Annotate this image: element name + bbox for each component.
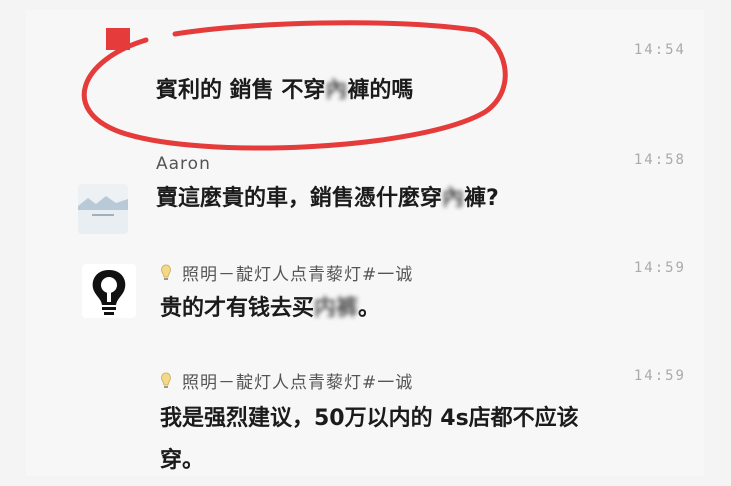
author-name: 照明－靛灯人点青藜灯#一诚	[182, 373, 414, 393]
lightbulb-icon	[160, 372, 172, 395]
chat-card: 14:54 賓利的 銷售 不穿內褲的嗎 Aaron 14:58 賣這麼貴的車，銷…	[26, 10, 704, 476]
lightbulb-icon	[160, 264, 172, 287]
landscape-avatar-icon	[78, 184, 128, 234]
text-part: 贵的才有钱去买	[160, 296, 315, 321]
text-part: 褲?	[464, 186, 499, 211]
message-text-line-1: 我是强烈建议，50万以内的 4s店都不应该	[160, 406, 579, 431]
blurred-text: 內	[325, 78, 348, 103]
message-author[interactable]: 照明－靛灯人点青藜灯#一诚	[160, 260, 413, 287]
text-part: 褲的嗎	[347, 78, 414, 103]
message-author[interactable]: 照明－靛灯人点青藜灯#一诚	[160, 368, 413, 395]
message-text: 賓利的 銷售 不穿內褲的嗎	[156, 72, 413, 110]
message-time: 14:59	[633, 368, 686, 384]
avatar[interactable]	[78, 184, 128, 234]
message-time: 14:58	[633, 152, 686, 168]
avatar[interactable]	[82, 264, 136, 318]
text-part: 。	[358, 296, 381, 321]
message-text: 贵的才有钱去买内裤。	[160, 290, 380, 328]
blurred-text: 内裤	[314, 296, 359, 321]
message-author[interactable]: Aaron	[156, 154, 211, 174]
message-text: 賣這麼貴的車，銷售憑什麼穿內褲?	[156, 180, 499, 218]
lightbulb-avatar-icon	[82, 264, 136, 318]
message-text-line-2: 穿。	[160, 448, 205, 473]
text-part: 賣這麼貴的車，銷售憑什麼穿	[156, 186, 443, 211]
author-name: 照明－靛灯人点青藜灯#一诚	[182, 265, 414, 285]
blurred-text: 內	[442, 186, 465, 211]
message-time: 14:54	[633, 42, 686, 58]
text-part: 賓利的 銷售 不穿	[156, 78, 326, 103]
message-time: 14:59	[633, 260, 686, 276]
red-mark-overlay	[106, 28, 130, 50]
